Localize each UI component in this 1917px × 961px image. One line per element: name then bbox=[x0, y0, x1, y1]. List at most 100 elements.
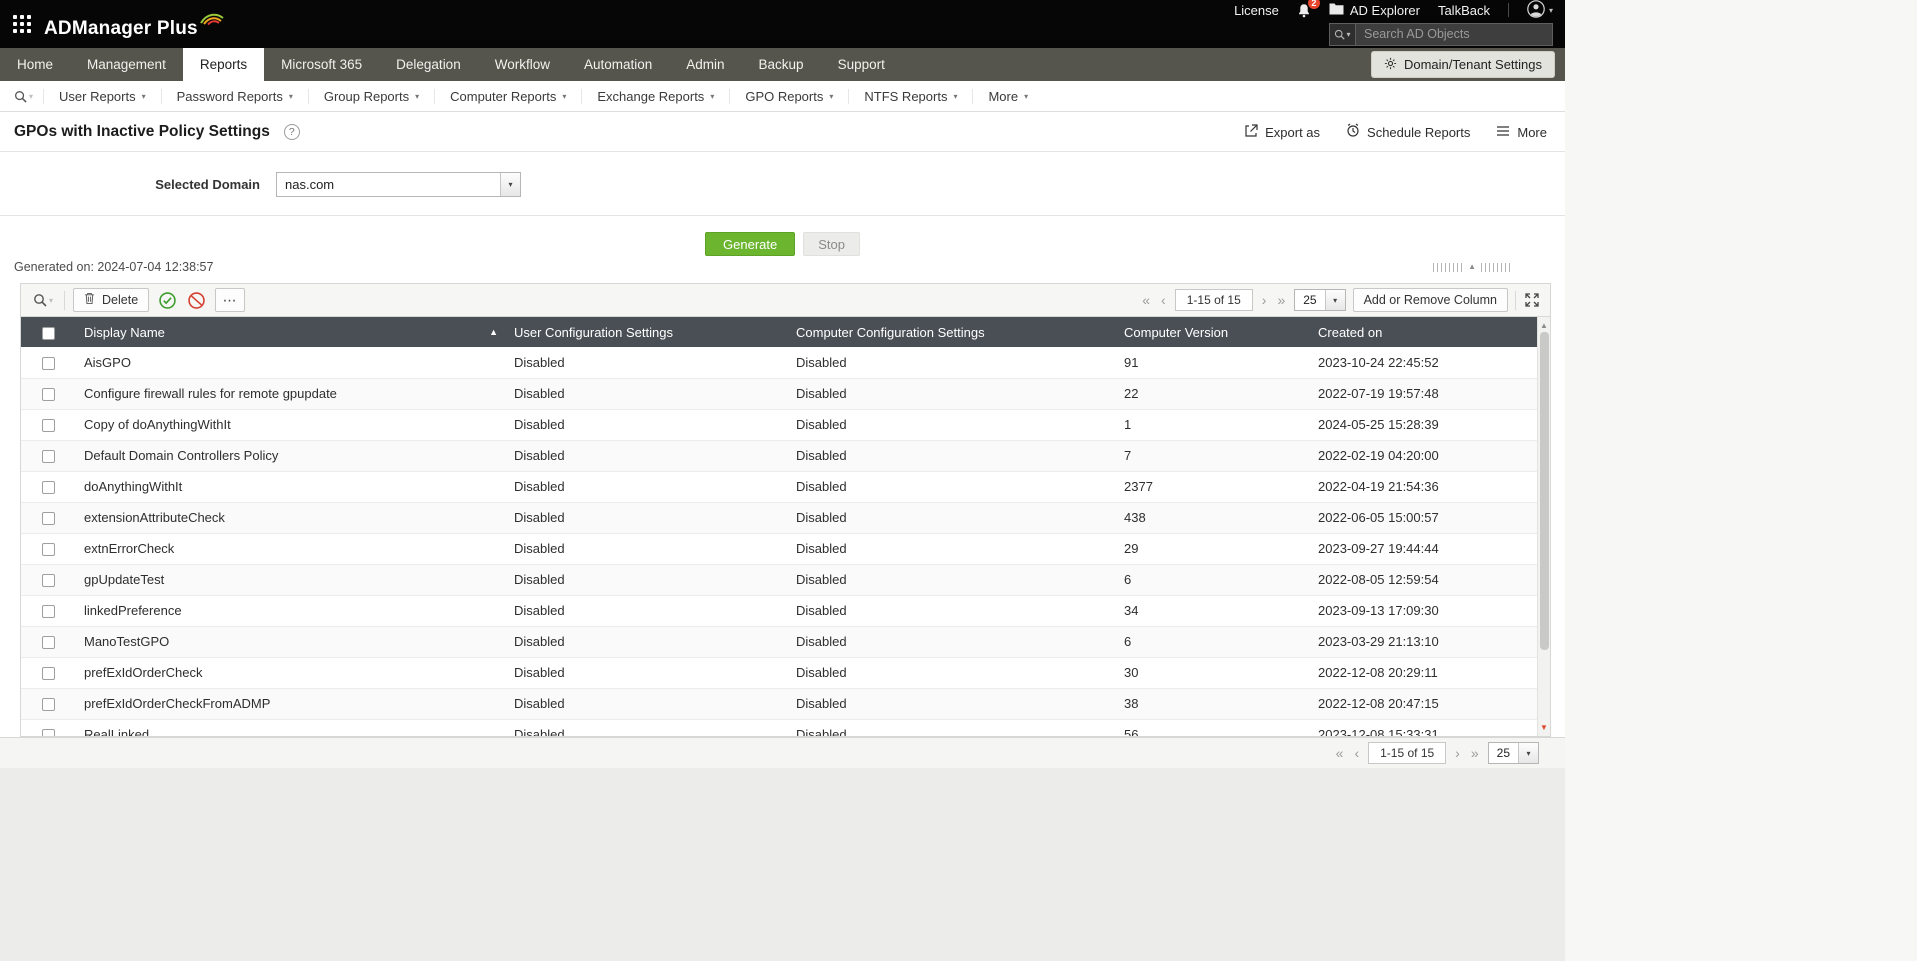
cell-display-name: extensionAttributeCheck bbox=[76, 502, 506, 534]
disable-gpo-icon[interactable] bbox=[186, 291, 207, 309]
cell-user-config: Disabled bbox=[506, 688, 788, 720]
scrollbar-thumb[interactable] bbox=[1539, 332, 1549, 650]
user-menu[interactable]: ▾ bbox=[1527, 0, 1553, 21]
cell-user-config: Disabled bbox=[506, 378, 788, 410]
scroll-ruler-widget[interactable]: ▲ bbox=[1433, 262, 1511, 272]
col-computer-config[interactable]: Computer Configuration Settings bbox=[788, 317, 1116, 347]
report-search-icon[interactable]: ▾ bbox=[4, 90, 43, 103]
next-page-icon[interactable]: › bbox=[1453, 743, 1462, 763]
cell-created-on: 2023-12-08 15:33:31 bbox=[1310, 719, 1537, 736]
prev-page-icon[interactable]: ‹ bbox=[1352, 743, 1361, 763]
col-computer-version[interactable]: Computer Version bbox=[1116, 317, 1310, 347]
tab-reports[interactable]: Reports bbox=[182, 48, 265, 81]
prev-page-icon[interactable]: ‹ bbox=[1159, 290, 1168, 310]
cell-display-name: prefExIdOrderCheckFromADMP bbox=[76, 688, 506, 720]
page-title: GPOs with Inactive Policy Settings bbox=[14, 123, 270, 140]
menu-exchange-reports[interactable]: Exchange Reports ▾ bbox=[581, 88, 729, 104]
row-checkbox[interactable] bbox=[42, 388, 55, 402]
row-checkbox[interactable] bbox=[42, 512, 55, 526]
chevron-down-icon: ▾ bbox=[500, 173, 520, 196]
page-background bbox=[0, 768, 1565, 961]
actions-row: Generate Stop bbox=[0, 232, 1565, 256]
tab-backup[interactable]: Backup bbox=[742, 48, 821, 81]
gpo-table: Display Name ▲ User Configuration Setting… bbox=[21, 317, 1537, 736]
row-checkbox[interactable] bbox=[42, 729, 55, 736]
cell-user-config: Disabled bbox=[506, 719, 788, 736]
delete-button[interactable]: Delete bbox=[73, 288, 150, 312]
row-checkbox[interactable] bbox=[42, 356, 55, 370]
first-page-icon[interactable]: « bbox=[1140, 290, 1152, 310]
row-checkbox[interactable] bbox=[42, 543, 55, 557]
fullscreen-icon[interactable] bbox=[1523, 293, 1541, 307]
row-checkbox[interactable] bbox=[42, 698, 55, 712]
row-checkbox[interactable] bbox=[42, 450, 55, 464]
next-page-icon[interactable]: › bbox=[1260, 290, 1269, 310]
col-user-config[interactable]: User Configuration Settings bbox=[506, 317, 788, 347]
search-input[interactable] bbox=[1356, 23, 1552, 45]
row-checkbox[interactable] bbox=[42, 667, 55, 681]
generate-button[interactable]: Generate bbox=[705, 232, 796, 256]
cell-computer-config: Disabled bbox=[788, 440, 1116, 472]
schedule-reports-button[interactable]: Schedule Reports bbox=[1346, 123, 1470, 141]
tab-delegation[interactable]: Delegation bbox=[379, 48, 478, 81]
cell-computer-version: 7 bbox=[1116, 440, 1310, 472]
page-size-select[interactable]: 25 ▾ bbox=[1294, 289, 1346, 311]
tab-workflow[interactable]: Workflow bbox=[478, 48, 567, 81]
table-search-icon[interactable]: ▾ bbox=[30, 293, 56, 307]
add-remove-column-button[interactable]: Add or Remove Column bbox=[1352, 288, 1508, 312]
cell-computer-config: Disabled bbox=[788, 626, 1116, 658]
row-checkbox[interactable] bbox=[42, 636, 55, 650]
notifications-bell-icon[interactable]: 2 bbox=[1297, 0, 1320, 18]
alarm-clock-icon bbox=[1346, 123, 1360, 141]
col-display-name[interactable]: Display Name ▲ bbox=[76, 317, 506, 347]
search-scope-dropdown[interactable]: ▾ bbox=[1330, 23, 1356, 45]
page-size-select[interactable]: 25 ▾ bbox=[1487, 742, 1539, 764]
table-row: Configure firewall rules for remote gpup… bbox=[21, 378, 1537, 410]
tab-automation[interactable]: Automation bbox=[567, 48, 669, 81]
tab-microsoft-365[interactable]: Microsoft 365 bbox=[264, 48, 379, 81]
ad-explorer-link[interactable]: AD Explorer bbox=[1329, 3, 1420, 18]
cell-computer-version: 22 bbox=[1116, 378, 1310, 410]
more-menu-button[interactable]: More bbox=[1496, 125, 1547, 140]
last-page-icon[interactable]: » bbox=[1469, 743, 1481, 763]
tab-admin[interactable]: Admin bbox=[669, 48, 741, 81]
select-all-checkbox[interactable] bbox=[42, 326, 55, 340]
domain-select[interactable]: nas.com ▾ bbox=[276, 172, 521, 197]
cell-display-name: AisGPO bbox=[76, 347, 506, 379]
tab-support[interactable]: Support bbox=[821, 48, 902, 81]
cell-computer-version: 29 bbox=[1116, 533, 1310, 565]
last-page-icon[interactable]: » bbox=[1275, 290, 1287, 310]
apps-grid-icon[interactable] bbox=[12, 14, 32, 34]
row-checkbox[interactable] bbox=[42, 605, 55, 619]
menu-password-reports[interactable]: Password Reports ▾ bbox=[160, 88, 308, 104]
menu-more-reports[interactable]: More ▾ bbox=[972, 88, 1043, 104]
col-created-on[interactable]: Created on bbox=[1310, 317, 1537, 347]
scroll-down-icon[interactable]: ▼ bbox=[1540, 721, 1548, 736]
cell-display-name: RealLinked bbox=[76, 719, 506, 736]
export-as-button[interactable]: Export as bbox=[1244, 123, 1320, 141]
menu-group-reports[interactable]: Group Reports ▾ bbox=[307, 88, 434, 104]
domain-tenant-settings-button[interactable]: Domain/Tenant Settings bbox=[1370, 51, 1555, 78]
chevron-down-icon: ▾ bbox=[49, 295, 54, 305]
stop-button[interactable]: Stop bbox=[803, 232, 860, 256]
license-link[interactable]: License bbox=[1234, 3, 1279, 18]
app-logo[interactable]: ADManager Plus bbox=[44, 9, 224, 40]
generated-line: Generated on: 2024-07-04 12:38:57 ▲ bbox=[0, 259, 1565, 275]
cell-created-on: 2023-03-29 21:13:10 bbox=[1310, 626, 1537, 658]
row-checkbox[interactable] bbox=[42, 574, 55, 588]
tab-management[interactable]: Management bbox=[70, 48, 183, 81]
menu-gpo-reports[interactable]: GPO Reports ▾ bbox=[729, 88, 848, 104]
row-checkbox[interactable] bbox=[42, 481, 55, 495]
row-checkbox[interactable] bbox=[42, 419, 55, 433]
talkback-link[interactable]: TalkBack bbox=[1438, 3, 1490, 18]
topbar-divider bbox=[1507, 3, 1509, 17]
menu-computer-reports[interactable]: Computer Reports ▾ bbox=[434, 88, 581, 104]
tab-home[interactable]: Home bbox=[0, 48, 70, 81]
first-page-icon[interactable]: « bbox=[1334, 743, 1346, 763]
more-actions-button[interactable]: ⋯ bbox=[215, 288, 246, 312]
menu-ntfs-reports[interactable]: NTFS Reports ▾ bbox=[848, 88, 972, 104]
enable-gpo-icon[interactable] bbox=[157, 291, 178, 309]
scroll-up-icon[interactable]: ▲ bbox=[1540, 317, 1548, 332]
help-icon[interactable]: ? bbox=[283, 124, 300, 140]
menu-user-reports[interactable]: User Reports ▾ bbox=[43, 88, 161, 104]
